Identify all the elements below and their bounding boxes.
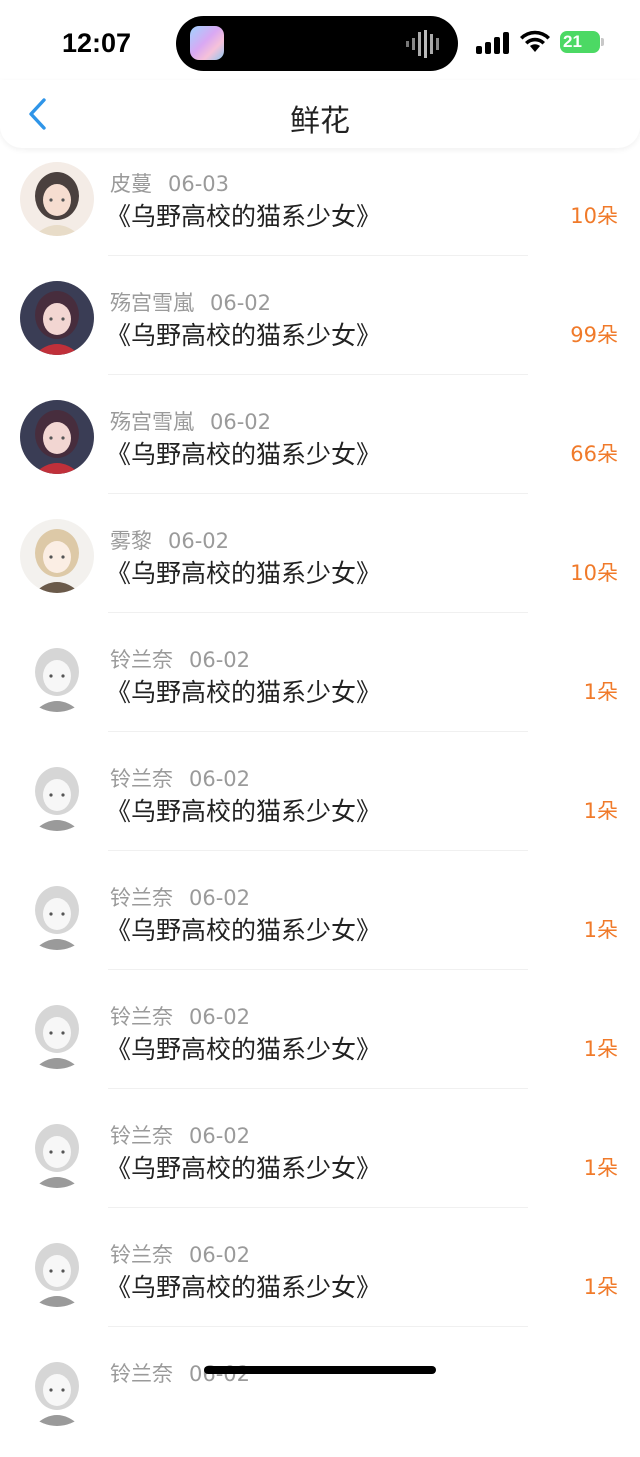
- list-item[interactable]: 雾黎 06-02 《乌野高校的猫系少女》 10朵: [0, 505, 640, 624]
- send-date: 06-02: [210, 291, 272, 315]
- list-item[interactable]: 铃兰奈 06-02 《乌野高校的猫系少女》 1朵: [0, 1100, 640, 1219]
- sender-meta: 铃兰奈 06-02: [110, 763, 250, 793]
- book-title[interactable]: 《乌野高校的猫系少女》: [106, 316, 381, 352]
- row-divider: [108, 1326, 528, 1327]
- avatar[interactable]: [20, 757, 94, 831]
- send-date: 06-02: [189, 1124, 251, 1148]
- page-title: 鲜花: [290, 104, 350, 139]
- send-date: 06-03: [168, 172, 230, 196]
- list-item[interactable]: 铃兰奈 06-02 《乌野高校的猫系少女》 1朵: [0, 1219, 640, 1338]
- navigation-bar: 鲜花: [0, 80, 640, 148]
- avatar[interactable]: [20, 281, 94, 355]
- sender-meta: 雾黎 06-02: [110, 525, 229, 555]
- book-title[interactable]: 《乌野高校的猫系少女》: [106, 673, 381, 709]
- avatar[interactable]: [20, 519, 94, 593]
- row-divider: [108, 255, 528, 256]
- send-date: 06-02: [189, 1243, 251, 1267]
- sender-name: 雾黎: [110, 529, 152, 553]
- book-title[interactable]: 《乌野高校的猫系少女》: [106, 1268, 381, 1304]
- list-item[interactable]: 铃兰奈 06-02 《乌野高校的猫系少女》 1朵: [0, 862, 640, 981]
- flower-count: 99朵: [570, 323, 618, 347]
- status-time: 12:07: [62, 28, 132, 58]
- flower-count: 1朵: [583, 1156, 618, 1180]
- avatar[interactable]: [20, 162, 94, 236]
- flower-count: 1朵: [583, 799, 618, 823]
- book-title[interactable]: 《乌野高校的猫系少女》: [106, 1149, 381, 1185]
- avatar[interactable]: [20, 876, 94, 950]
- send-date: 06-02: [189, 648, 251, 672]
- sender-meta: 铃兰奈 06-02: [110, 644, 250, 674]
- send-date: 06-02: [168, 529, 230, 553]
- book-title[interactable]: 《乌野高校的猫系少女》: [106, 554, 381, 590]
- list-item[interactable]: 殇宫雪嵐 06-02 《乌野高校的猫系少女》 66朵: [0, 386, 640, 505]
- book-title[interactable]: 《乌野高校的猫系少女》: [106, 197, 381, 233]
- sender-meta: 殇宫雪嵐 06-02: [110, 406, 271, 436]
- sender-name: 铃兰奈: [110, 767, 173, 791]
- row-divider: [108, 969, 528, 970]
- sender-name: 铃兰奈: [110, 1362, 173, 1386]
- flower-count: 10朵: [570, 204, 618, 228]
- row-divider: [108, 493, 528, 494]
- row-divider: [108, 1088, 528, 1089]
- book-title[interactable]: 《乌野高校的猫系少女》: [106, 1030, 381, 1066]
- wifi-icon: [520, 30, 550, 52]
- avatar[interactable]: [20, 995, 94, 1069]
- sender-name: 皮蔓: [110, 172, 152, 196]
- sender-meta: 皮蔓 06-03: [110, 168, 229, 198]
- send-date: 06-02: [189, 767, 251, 791]
- dynamic-island[interactable]: [176, 16, 458, 71]
- list-item[interactable]: 皮蔓 06-03 《乌野高校的猫系少女》 10朵: [0, 148, 640, 267]
- sender-meta: 铃兰奈 06-02: [110, 882, 250, 912]
- list-item[interactable]: 铃兰奈 06-02 《乌野高校的猫系少女》 1朵: [0, 981, 640, 1100]
- cellular-signal-icon: [476, 32, 509, 54]
- send-date: 06-02: [210, 410, 272, 434]
- battery-icon: 21: [560, 31, 604, 53]
- sender-name: 铃兰奈: [110, 1124, 173, 1148]
- battery-nub: [601, 38, 604, 46]
- sender-name: 殇宫雪嵐: [110, 291, 194, 315]
- avatar[interactable]: [20, 1114, 94, 1188]
- sender-name: 铃兰奈: [110, 1243, 173, 1267]
- avatar[interactable]: [20, 638, 94, 712]
- row-divider: [108, 731, 528, 732]
- book-title[interactable]: 《乌野高校的猫系少女》: [106, 911, 381, 947]
- sender-name: 殇宫雪嵐: [110, 410, 194, 434]
- battery-percent: 21: [563, 32, 582, 51]
- flower-count: 1朵: [583, 1037, 618, 1061]
- flower-count: 1朵: [583, 680, 618, 704]
- sender-meta: 铃兰奈 06-02: [110, 1120, 250, 1150]
- home-indicator[interactable]: [204, 1366, 436, 1374]
- list-item[interactable]: 铃兰奈 06-02 《乌野高校的猫系少女》 1朵: [0, 624, 640, 743]
- sender-name: 铃兰奈: [110, 886, 173, 910]
- flower-count: 1朵: [583, 1275, 618, 1299]
- book-title[interactable]: 《乌野高校的猫系少女》: [106, 435, 381, 471]
- sender-name: 铃兰奈: [110, 1005, 173, 1029]
- avatar[interactable]: [20, 1352, 94, 1426]
- flower-count: 66朵: [570, 442, 618, 466]
- row-divider: [108, 850, 528, 851]
- list-item[interactable]: 铃兰奈 06-02 《乌野高校的猫系少女》 1朵: [0, 743, 640, 862]
- row-divider: [108, 374, 528, 375]
- book-title[interactable]: 《乌野高校的猫系少女》: [106, 792, 381, 828]
- flower-count: 10朵: [570, 561, 618, 585]
- sender-meta: 铃兰奈 06-02: [110, 1239, 250, 1269]
- flower-count: 1朵: [583, 918, 618, 942]
- status-bar: 12:07 21: [0, 0, 640, 88]
- audio-waveform-icon: [406, 30, 439, 58]
- now-playing-app-icon: [190, 26, 224, 60]
- send-date: 06-02: [189, 886, 251, 910]
- list-item[interactable]: 殇宫雪嵐 06-02 《乌野高校的猫系少女》 99朵: [0, 267, 640, 386]
- row-divider: [108, 1207, 528, 1208]
- avatar[interactable]: [20, 1233, 94, 1307]
- sender-meta: 铃兰奈 06-02: [110, 1001, 250, 1031]
- list-item[interactable]: 铃兰奈 06-02: [0, 1338, 640, 1457]
- sender-meta: 殇宫雪嵐 06-02: [110, 287, 271, 317]
- avatar[interactable]: [20, 400, 94, 474]
- sender-name: 铃兰奈: [110, 648, 173, 672]
- row-divider: [108, 612, 528, 613]
- send-date: 06-02: [189, 1005, 251, 1029]
